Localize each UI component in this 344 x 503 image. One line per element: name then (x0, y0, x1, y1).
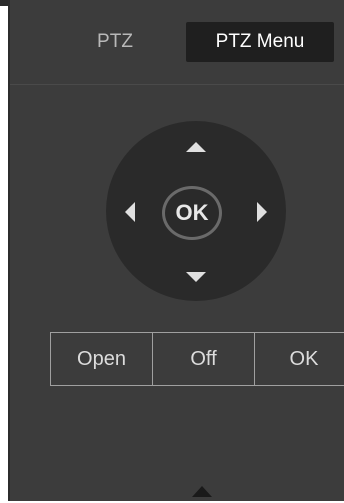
ok-button[interactable]: OK (254, 332, 344, 386)
menu-button-row: Open Off OK (50, 332, 344, 386)
arrow-down-icon[interactable] (181, 261, 211, 291)
arrow-up-icon[interactable] (181, 133, 211, 163)
tab-divider (10, 84, 344, 85)
arrow-left-icon[interactable] (116, 197, 146, 227)
tab-ptz-menu[interactable]: PTZ Menu (186, 22, 334, 62)
direction-pad: OK (106, 121, 286, 301)
tab-ptz[interactable]: PTZ (50, 22, 180, 62)
dpad-ok-button[interactable]: OK (162, 186, 222, 240)
collapse-triangle-icon[interactable] (190, 484, 214, 498)
open-button[interactable]: Open (50, 332, 153, 386)
arrow-right-icon[interactable] (246, 197, 276, 227)
ptz-panel: PTZ PTZ Menu OK Open Off OK (8, 0, 344, 501)
dpad-ok-label: OK (175, 200, 209, 225)
off-button[interactable]: Off (152, 332, 255, 386)
